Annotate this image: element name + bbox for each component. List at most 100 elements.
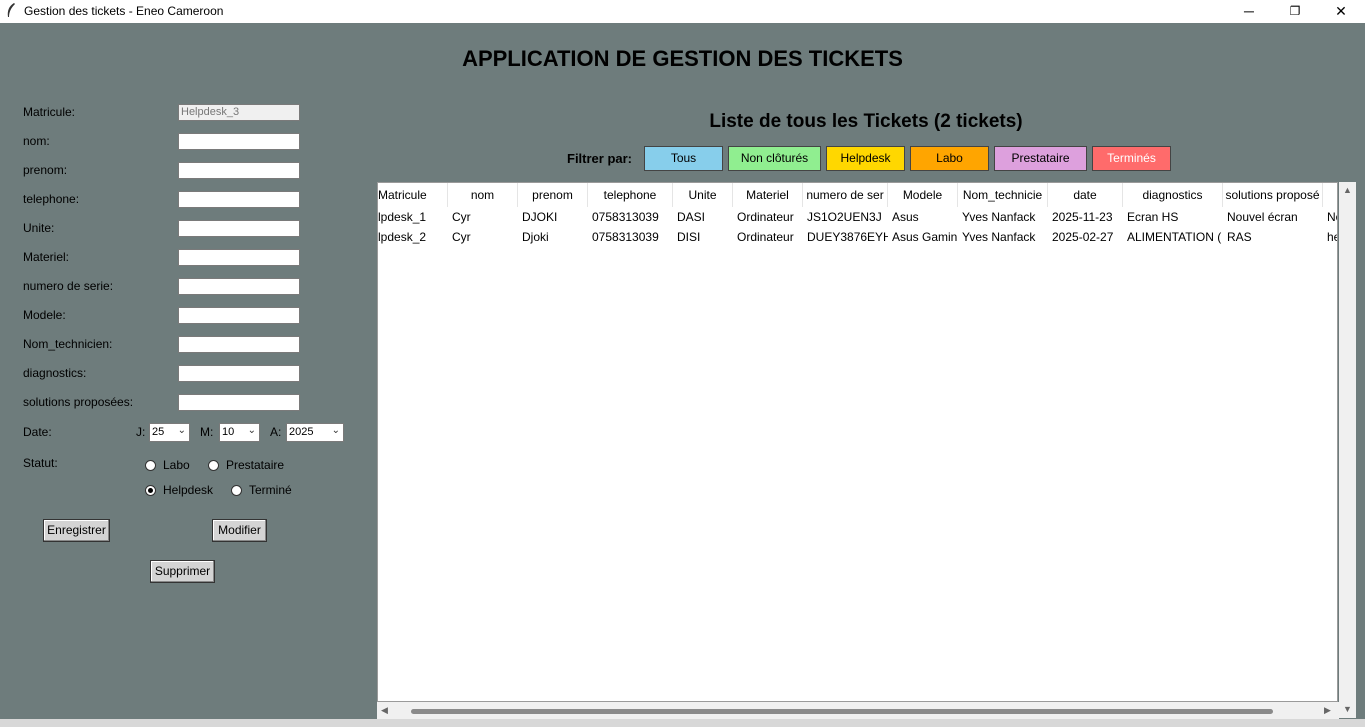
radio-prestataire-label: Prestataire — [226, 458, 285, 472]
modele-label: Modele: — [23, 308, 66, 322]
bottom-strip — [0, 719, 1365, 727]
table-cell: Djoki — [522, 230, 549, 244]
radio-prestataire[interactable]: Prestataire — [208, 458, 284, 472]
table-cell: Ordinateur — [737, 230, 794, 244]
column-header[interactable]: telephone — [588, 183, 673, 207]
radio-helpdesk-label: Helpdesk — [163, 483, 214, 497]
maximize-button[interactable]: ❐ — [1272, 0, 1318, 23]
column-header[interactable]: prenom — [518, 183, 588, 207]
filter-termines-button[interactable]: Terminés — [1092, 146, 1171, 171]
chevron-down-icon: ⌄ — [177, 425, 186, 436]
filter-labo-button[interactable]: Labo — [910, 146, 989, 171]
window-titlebar: Gestion des tickets - Eneo Cameroon ─ ❐ … — [0, 0, 1365, 23]
column-header[interactable]: Matricule — [378, 183, 448, 207]
supprimer-button[interactable]: Supprimer — [150, 560, 215, 583]
radio-checked-icon — [145, 484, 156, 496]
vertical-scrollbar[interactable]: ▲ ▼ — [1339, 182, 1356, 718]
materiel-label: Materiel: — [23, 250, 70, 264]
column-header[interactable]: date — [1048, 183, 1123, 207]
horizontal-scroll-thumb[interactable] — [411, 709, 1273, 714]
table-cell: Cyr — [452, 210, 471, 224]
table-cell: DJOKI — [522, 210, 558, 224]
unite-label: Unite: — [23, 221, 55, 235]
table-cell: he — [1327, 230, 1337, 244]
radio-labo[interactable]: Labo — [145, 458, 190, 472]
filter-non-clotures-button[interactable]: Non clôturés — [728, 146, 821, 171]
column-header[interactable]: numero de ser — [803, 183, 888, 207]
table-cell: Cyr — [452, 230, 471, 244]
scroll-down-arrow-icon[interactable]: ▼ — [1343, 704, 1352, 714]
nom-technicien-label: Nom_technicien: — [23, 337, 113, 351]
column-header[interactable]: Modele — [888, 183, 958, 207]
mois-combobox[interactable]: 10 ⌄ — [219, 423, 260, 442]
column-header[interactable]: nom — [448, 183, 518, 207]
annee-label: A: — [270, 425, 282, 439]
column-header[interactable]: diagnostics — [1123, 183, 1223, 207]
jour-value: 25 — [152, 426, 165, 438]
close-button[interactable]: ✕ — [1318, 0, 1364, 23]
radio-helpdesk[interactable]: Helpdesk — [145, 483, 213, 497]
list-title: Liste de tous les Tickets (2 tickets) — [709, 111, 1023, 132]
nom-technicien-field[interactable] — [178, 336, 300, 353]
table-cell: DUEY3876EYH. — [807, 230, 888, 244]
radio-termine[interactable]: Terminé — [231, 483, 292, 497]
column-header[interactable]: Materiel — [733, 183, 803, 207]
table-cell: 2025-02-27 — [1052, 230, 1114, 244]
modifier-button[interactable]: Modifier — [212, 519, 267, 542]
table-row[interactable]: lpdesk_1 Cyr DJOKI 0758313039 DASI Ordinateur… — [378, 207, 1337, 227]
radio-circle-icon — [145, 459, 156, 471]
table-cell: Asus — [892, 210, 919, 224]
horizontal-scrollbar[interactable]: ◀ ▶ — [377, 702, 1339, 719]
table-cell: ALIMENTATION ( — [1127, 230, 1222, 244]
telephone-field[interactable] — [178, 191, 300, 208]
column-header[interactable]: Nom_technicie — [958, 183, 1048, 207]
matricule-field[interactable]: Helpdesk_3 — [178, 104, 300, 121]
annee-value: 2025 — [289, 426, 314, 438]
table-cell: JS1O2UEN3J — [807, 210, 882, 224]
nom-field[interactable] — [178, 133, 300, 150]
diagnostics-label: diagnostics: — [23, 366, 87, 380]
numero-serie-field[interactable] — [178, 278, 300, 295]
jour-combobox[interactable]: 25 ⌄ — [149, 423, 190, 442]
table-cell: lpdesk_1 — [378, 210, 427, 224]
nom-label: nom: — [23, 134, 50, 148]
minimize-button[interactable]: ─ — [1226, 0, 1272, 23]
date-label: Date: — [23, 425, 52, 439]
chevron-down-icon: ⌄ — [247, 425, 256, 436]
telephone-label: telephone: — [23, 192, 80, 206]
radio-circle-icon — [231, 484, 242, 496]
unite-field[interactable] — [178, 220, 300, 237]
enregistrer-button[interactable]: Enregistrer — [43, 519, 110, 542]
column-header[interactable] — [1323, 183, 1337, 207]
filter-label: Filtrer par: — [567, 151, 633, 166]
filter-helpdesk-button[interactable]: Helpdesk — [826, 146, 905, 171]
jour-label: J: — [136, 425, 146, 439]
filter-prestataire-button[interactable]: Prestataire — [994, 146, 1087, 171]
column-header[interactable]: solutions proposé — [1223, 183, 1323, 207]
annee-combobox[interactable]: 2025 ⌄ — [286, 423, 344, 442]
prenom-field[interactable] — [178, 162, 300, 179]
scroll-left-arrow-icon[interactable]: ◀ — [381, 705, 388, 716]
tickets-table[interactable]: Matricule nom prenom telephone Unite Materiel… — [377, 182, 1338, 702]
table-cell: Yves Nanfack — [962, 210, 1036, 224]
table-cell: lpdesk_2 — [378, 230, 427, 244]
statut-label: Statut: — [23, 456, 58, 470]
scroll-up-arrow-icon[interactable]: ▲ — [1343, 185, 1352, 195]
app-title: APPLICATION DE GESTION DES TICKETS — [462, 46, 903, 71]
window-title: Gestion des tickets - Eneo Cameroon — [24, 4, 224, 18]
table-cell: Ordinateur — [737, 210, 794, 224]
table-row[interactable]: lpdesk_2 Cyr Djoki 0758313039 DISI Ordinateur… — [378, 227, 1337, 247]
scroll-right-arrow-icon[interactable]: ▶ — [1324, 705, 1331, 716]
modele-field[interactable] — [178, 307, 300, 324]
numero-serie-label: numero de serie: — [23, 279, 114, 293]
materiel-field[interactable] — [178, 249, 300, 266]
filter-tous-button[interactable]: Tous — [644, 146, 723, 171]
table-cell: 0758313039 — [592, 230, 659, 244]
mois-value: 10 — [222, 426, 235, 438]
solutions-field[interactable] — [178, 394, 300, 411]
table-cell: RAS — [1227, 230, 1252, 244]
radio-circle-icon — [208, 459, 219, 471]
chevron-down-icon: ⌄ — [331, 425, 340, 436]
diagnostics-field[interactable] — [178, 365, 300, 382]
column-header[interactable]: Unite — [673, 183, 733, 207]
